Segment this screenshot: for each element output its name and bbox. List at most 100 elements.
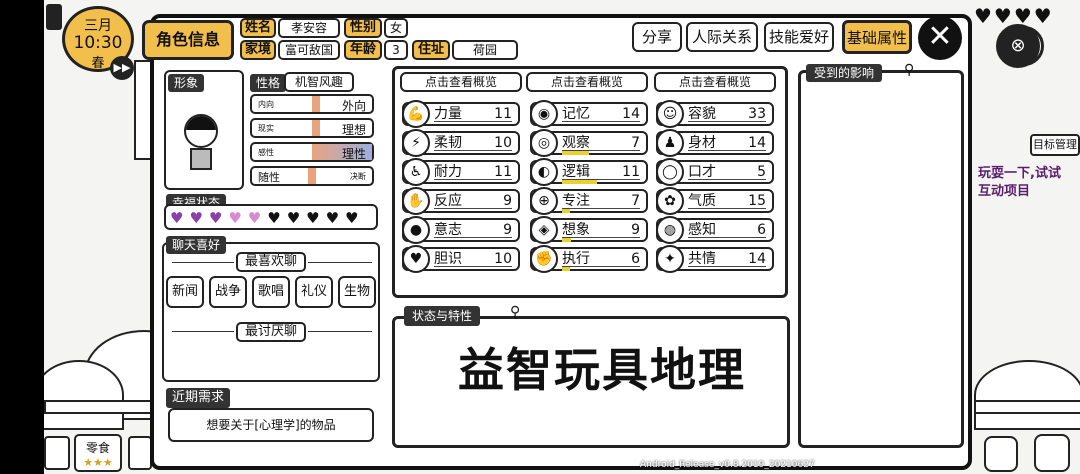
fast-forward-icon[interactable]: ▶▶: [110, 56, 134, 80]
overview-button-1[interactable]: 点击查看概览: [400, 72, 522, 92]
stat-underline: [688, 266, 766, 267]
stat-row-col2-0[interactable]: ◉ 记忆 14: [530, 100, 648, 128]
trait-right: 决断: [350, 172, 366, 181]
trait-left: 现实: [258, 124, 274, 133]
favorite-topics-label: 最喜欢聊: [236, 252, 306, 272]
trait-marker: [308, 168, 316, 184]
stat-row-col3-0[interactable]: ☺ 容貌 33: [656, 100, 774, 128]
stat-row-col1-1[interactable]: ⚡ 柔韧 10: [402, 129, 520, 157]
portrait-box: 形象: [164, 70, 244, 190]
stat-row-col1-3[interactable]: ✋ 反应 9: [402, 187, 520, 215]
star-rating-icon: ★★★: [83, 456, 113, 469]
stat-underline: [562, 121, 640, 122]
stat-underline: [688, 121, 766, 122]
trait-realistic-idealistic: 现实 理想: [250, 118, 374, 138]
stat-row-col1-0[interactable]: 💪 力量 11: [402, 100, 520, 128]
influences-panel: [798, 70, 964, 448]
backpack-icon[interactable]: [984, 436, 1018, 472]
gender-label: 性别: [344, 18, 382, 38]
overview-button-2[interactable]: 点击查看概览: [526, 72, 648, 92]
stat-row-col3-3[interactable]: ✿ 气质 15: [656, 187, 774, 215]
magnifier-icon[interactable]: ⚲: [510, 304, 520, 320]
stat-underline: [688, 150, 766, 151]
stat-underline: [434, 208, 512, 209]
trait-left: 随性: [258, 171, 280, 184]
stat-underline: [434, 121, 512, 122]
stat-icon: ✿: [656, 187, 684, 215]
stat-icon: ⚡: [402, 129, 430, 157]
clock-month: 三月: [84, 18, 112, 34]
version-text: Android_Release_v0.8.2019_20210627: [640, 460, 815, 470]
stat-row-col3-4[interactable]: ◍ 感知 6: [656, 216, 774, 244]
stat-underline: [434, 237, 512, 238]
topic-news[interactable]: 新闻: [166, 276, 204, 308]
stat-row-col2-3[interactable]: ⊕ 专注 7: [530, 187, 648, 215]
stat-row-col1-2[interactable]: ♿ 耐力 11: [402, 158, 520, 186]
stat-progress-bar: [562, 209, 570, 213]
trait-emotional-rational: 感性 理性: [250, 142, 374, 162]
divider: [308, 262, 372, 263]
map-icon[interactable]: [1034, 434, 1070, 472]
topic-etiquette[interactable]: 礼仪: [295, 276, 333, 308]
age-value: 3: [384, 40, 408, 60]
stat-icon: ●: [402, 216, 430, 244]
gender-value: 女: [384, 18, 408, 38]
topic-singing[interactable]: 歌唱: [252, 276, 290, 308]
stat-row-col2-1[interactable]: ◎ 观察 7: [530, 129, 648, 157]
stat-underline: [434, 179, 512, 180]
trait-right: 理性: [341, 147, 366, 161]
stat-row-col3-2[interactable]: ◯ 口才 5: [656, 158, 774, 186]
stat-underline: [434, 266, 512, 267]
tab-character-info[interactable]: 角色信息: [142, 20, 234, 60]
status-label: 状态与特性: [404, 306, 481, 326]
stat-row-col3-5[interactable]: ✦ 共情 14: [656, 245, 774, 273]
trait-casual-decisive: 随性 决断: [250, 166, 374, 186]
stat-icon: ◈: [530, 216, 558, 244]
stat-row-col2-4[interactable]: ◈ 想象 9: [530, 216, 648, 244]
magnifier-icon[interactable]: ⚲: [904, 62, 914, 78]
pause-button[interactable]: [46, 4, 62, 30]
disliked-topics-label: 最讨厌聊: [236, 322, 306, 342]
stat-underline: [562, 237, 640, 238]
trait-left: 感性: [258, 148, 274, 157]
stat-icon: ◯: [656, 158, 684, 186]
divider: [172, 262, 234, 263]
item-slot[interactable]: [44, 436, 70, 470]
stat-icon: 💪: [402, 100, 430, 128]
trait-marker: [312, 96, 320, 112]
name-value: 孝安容: [278, 18, 340, 38]
snack-item[interactable]: 零食 ★★★: [74, 434, 122, 472]
avatar: [184, 114, 218, 148]
stat-row-col2-2[interactable]: ◐ 逻辑 11: [530, 158, 648, 186]
stat-row-col1-5[interactable]: ♥ 胆识 10: [402, 245, 520, 273]
stat-underline: [562, 266, 640, 267]
snack-label: 零食: [85, 441, 110, 455]
avatar-body: [190, 148, 212, 170]
relations-button[interactable]: 人际关系: [686, 22, 758, 52]
stat-icon: ♿: [402, 158, 430, 186]
basic-attributes-button[interactable]: 基础属性: [842, 20, 912, 54]
goal-management-button[interactable]: 目标管理: [1030, 134, 1080, 156]
stat-icon: ◐: [530, 158, 558, 186]
name-label: 姓名: [240, 18, 276, 38]
trait-introvert-extrovert: 内向 外向: [250, 94, 374, 114]
skills-button[interactable]: 技能爱好: [764, 22, 834, 52]
share-button[interactable]: 分享: [632, 22, 682, 52]
influences-label: 受到的影响: [806, 64, 883, 82]
overview-button-3[interactable]: 点击查看概览: [654, 72, 776, 92]
topic-war[interactable]: 战争: [209, 276, 247, 308]
topic-biology[interactable]: 生物: [338, 276, 376, 308]
stat-row-col1-4[interactable]: ● 意志 9: [402, 216, 520, 244]
stat-row-col3-1[interactable]: ♟ 身材 14: [656, 129, 774, 157]
item-slot[interactable]: [128, 436, 152, 470]
close-icon[interactable]: ✕: [918, 16, 962, 60]
scenery-hill: [974, 360, 1080, 430]
chat-label: 聊天喜好: [166, 236, 227, 254]
trait-right: 理想: [341, 123, 366, 137]
tip-line-2: 互动项目: [978, 184, 1031, 199]
cancel-icon[interactable]: ⊗: [996, 24, 1040, 68]
personality-label: 性格: [250, 74, 287, 92]
stat-row-col2-5[interactable]: ✊ 执行 6: [530, 245, 648, 273]
happiness-hearts-icon: ♥♥♥♥♥♥♥♥♥♥: [170, 209, 365, 227]
portrait-label: 形象: [168, 74, 205, 92]
